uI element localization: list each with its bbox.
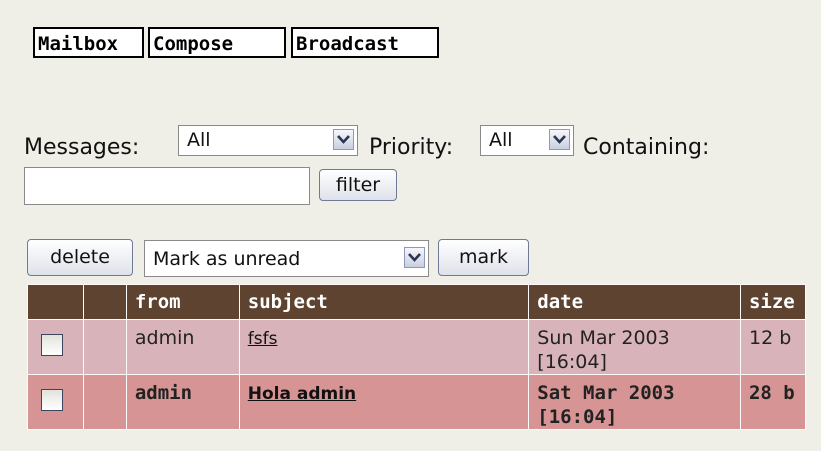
delete-button[interactable]: delete bbox=[27, 239, 133, 276]
row-checkbox[interactable] bbox=[41, 389, 63, 411]
mail-panel: Mailbox Compose Broadcast Messages: All … bbox=[0, 0, 821, 451]
chevron-down-icon[interactable] bbox=[404, 247, 425, 268]
mark-action-select-value: Mark as unread bbox=[153, 248, 301, 270]
row-size: 28 b bbox=[739, 374, 807, 430]
row-subject-link[interactable]: fsfs bbox=[248, 329, 278, 349]
column-header-flag bbox=[82, 284, 127, 320]
table-row[interactable]: admin fsfs Sun Mar 2003 [16:04] 12 b bbox=[27, 319, 807, 375]
row-from: admin bbox=[125, 319, 240, 375]
row-subject-link[interactable]: Hola admin bbox=[248, 384, 356, 404]
priority-select[interactable]: All bbox=[480, 125, 574, 156]
filter-button[interactable]: filter bbox=[319, 169, 397, 201]
row-checkbox[interactable] bbox=[41, 334, 63, 356]
messages-table: from subject date size admin fsfs Sun Ma… bbox=[27, 284, 807, 430]
messages-select[interactable]: All bbox=[178, 125, 358, 156]
row-from: admin bbox=[125, 374, 240, 430]
tab-mailbox[interactable]: Mailbox bbox=[33, 27, 144, 58]
row-flag-cell bbox=[82, 374, 127, 430]
column-header-date[interactable]: date bbox=[528, 284, 741, 320]
messages-label: Messages: bbox=[24, 135, 140, 160]
column-header-subject[interactable]: subject bbox=[238, 284, 530, 320]
row-date-time: [16:04] bbox=[537, 351, 607, 373]
messages-select-value: All bbox=[187, 129, 211, 151]
tab-compose[interactable]: Compose bbox=[148, 27, 286, 58]
chevron-down-icon[interactable] bbox=[549, 129, 570, 150]
row-flag-cell bbox=[82, 319, 127, 375]
row-date-time: [16:04] bbox=[537, 406, 618, 428]
table-row[interactable]: admin Hola admin Sat Mar 2003 [16:04] 28… bbox=[27, 374, 807, 430]
row-subject-cell: fsfs bbox=[238, 319, 530, 375]
row-select-cell bbox=[27, 374, 84, 430]
column-header-select bbox=[27, 284, 84, 320]
chevron-down-icon[interactable] bbox=[333, 129, 354, 150]
row-date-day: Sat Mar 2003 bbox=[537, 382, 675, 404]
table-header-row: from subject date size bbox=[27, 284, 807, 320]
row-date: Sun Mar 2003 [16:04] bbox=[528, 319, 741, 375]
mark-action-select[interactable]: Mark as unread bbox=[144, 240, 429, 277]
tab-broadcast[interactable]: Broadcast bbox=[291, 27, 439, 58]
mark-button[interactable]: mark bbox=[438, 239, 529, 276]
row-select-cell bbox=[27, 319, 84, 375]
priority-label: Priority: bbox=[369, 135, 454, 160]
row-date-day: Sun Mar 2003 bbox=[537, 327, 670, 349]
row-subject-cell: Hola admin bbox=[238, 374, 530, 430]
row-date: Sat Mar 2003 [16:04] bbox=[528, 374, 741, 430]
containing-input[interactable] bbox=[24, 167, 310, 205]
containing-label: Containing: bbox=[583, 135, 710, 160]
column-header-size[interactable]: size bbox=[739, 284, 807, 320]
column-header-from[interactable]: from bbox=[125, 284, 240, 320]
row-size: 12 b bbox=[739, 319, 807, 375]
priority-select-value: All bbox=[489, 129, 513, 151]
